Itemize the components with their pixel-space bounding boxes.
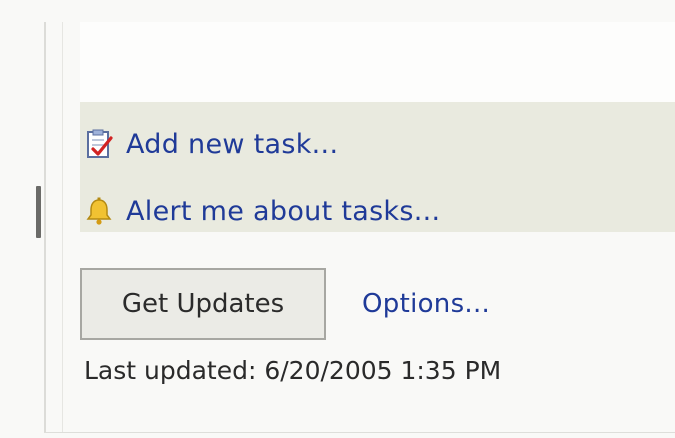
blank-area (80, 22, 675, 102)
scrollbar-thumb[interactable] (36, 186, 41, 238)
bell-icon (84, 196, 114, 226)
last-updated-text: Last updated: 6/20/2005 1:35 PM (84, 356, 502, 385)
alert-me-label[interactable]: Alert me about tasks... (126, 196, 440, 227)
pane-border (44, 22, 46, 432)
options-link[interactable]: Options... (362, 289, 490, 319)
add-task-icon (84, 129, 114, 159)
add-new-task-link[interactable]: Add new task... (84, 122, 338, 166)
get-updates-button[interactable]: Get Updates (80, 268, 326, 340)
updates-row: Get Updates Options... (80, 266, 490, 342)
pane-border-inner (62, 22, 63, 432)
tasks-pane: Add new task... Alert me about tasks... … (0, 0, 675, 438)
alert-me-link[interactable]: Alert me about tasks... (84, 189, 440, 233)
add-new-task-label[interactable]: Add new task... (126, 129, 338, 160)
divider (44, 432, 675, 433)
